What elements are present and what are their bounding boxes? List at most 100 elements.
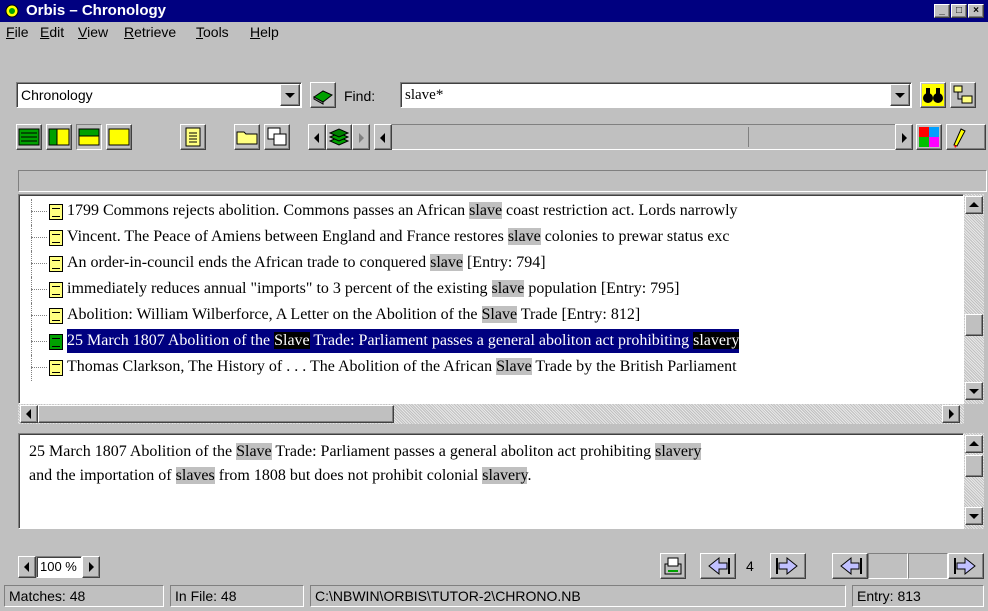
colors-button[interactable] bbox=[916, 124, 942, 150]
tree-line bbox=[31, 329, 32, 355]
list-item[interactable]: Vincent. The Peace of Amiens between Eng… bbox=[19, 225, 963, 251]
list-item[interactable]: 25 March 1807 Abolition of the Slave Tra… bbox=[19, 329, 963, 355]
detail-vscrollbar[interactable] bbox=[964, 433, 984, 529]
list-item-pre: Vincent. The Peace of Amiens between Eng… bbox=[67, 228, 508, 245]
menu-bar: File Edit View Retrieve Tools Help bbox=[0, 22, 988, 42]
scroll-down-button[interactable] bbox=[965, 382, 983, 400]
entry-slot-2[interactable] bbox=[908, 553, 948, 579]
zoom-level[interactable]: 100 % bbox=[36, 556, 82, 578]
list-hscrollbar[interactable] bbox=[18, 404, 964, 424]
next-entry-button[interactable] bbox=[770, 553, 806, 579]
track-divider bbox=[748, 127, 749, 147]
list-item-pre: Thomas Clarkson, The History of . . . Th… bbox=[67, 358, 497, 375]
list-item[interactable]: An order-in-council ends the African tra… bbox=[19, 251, 963, 277]
layers-button[interactable] bbox=[326, 124, 352, 150]
arrow-right-icon bbox=[776, 556, 798, 576]
list-item[interactable]: immediately reduces annual "imports" to … bbox=[19, 277, 963, 303]
entry-view-button[interactable] bbox=[180, 124, 206, 150]
list-item-pre: Abolition: William Wilberforce, A Letter… bbox=[67, 306, 482, 323]
tree-line bbox=[31, 303, 32, 329]
list-item-text: Abolition: William Wilberforce, A Letter… bbox=[67, 303, 640, 327]
search-button[interactable] bbox=[920, 82, 946, 108]
minimize-button[interactable]: _ bbox=[934, 4, 950, 18]
menu-retrieve[interactable]: Retrieve bbox=[124, 24, 176, 40]
match-highlight: slave bbox=[507, 228, 541, 245]
layout-single-icon bbox=[108, 128, 130, 146]
scroll-up-button[interactable] bbox=[965, 435, 983, 453]
prev-entry-button[interactable] bbox=[700, 553, 736, 579]
scroll-right-button[interactable] bbox=[942, 405, 960, 423]
detail-vscroll-thumb[interactable] bbox=[965, 455, 983, 477]
maximize-button[interactable]: □ bbox=[951, 4, 967, 18]
layout-full-button[interactable] bbox=[16, 124, 42, 150]
layout-single-button[interactable] bbox=[106, 124, 132, 150]
zoom-out-button[interactable] bbox=[18, 556, 36, 578]
menu-help[interactable]: Help bbox=[250, 24, 279, 40]
list-item-pre: 25 March 1807 Abolition of the bbox=[67, 332, 275, 349]
entry-document-icon bbox=[49, 230, 63, 246]
match-highlight: slavery bbox=[693, 332, 740, 349]
windows-button[interactable] bbox=[264, 124, 290, 150]
title-bar: Orbis – Chronology _ □ × bbox=[0, 0, 988, 22]
scroll-down-button[interactable] bbox=[965, 507, 983, 525]
first-entry-button[interactable] bbox=[832, 553, 868, 579]
list-vscroll-thumb[interactable] bbox=[965, 314, 983, 336]
match-highlight: slave bbox=[430, 254, 463, 271]
menu-view[interactable]: View bbox=[78, 24, 108, 40]
next-layer-button[interactable] bbox=[352, 124, 370, 150]
find-label: Find: bbox=[344, 88, 376, 104]
list-item[interactable]: Thomas Clarkson, The History of . . . Th… bbox=[19, 355, 963, 381]
find-input[interactable]: slave* bbox=[400, 82, 912, 108]
list-item-post: colonies to prewar status exc bbox=[540, 228, 730, 245]
entry-slot-1[interactable] bbox=[868, 553, 908, 579]
detail-text: and the importation of bbox=[29, 467, 176, 484]
zoom-in-button[interactable] bbox=[82, 556, 100, 578]
chevron-down-icon[interactable] bbox=[890, 84, 910, 106]
layout-split-button[interactable] bbox=[46, 124, 72, 150]
open-book-button[interactable] bbox=[310, 82, 336, 108]
match-highlight: Slave bbox=[496, 358, 532, 375]
print-button[interactable] bbox=[660, 553, 686, 579]
list-hscroll-thumb[interactable] bbox=[38, 405, 394, 423]
pencil-icon bbox=[953, 128, 966, 148]
open-folder-button[interactable] bbox=[234, 124, 260, 150]
entry-document-icon bbox=[49, 360, 63, 376]
entry-detail-pane[interactable]: 25 March 1807 Abolition of the Slave Tra… bbox=[18, 433, 964, 529]
list-vscrollbar[interactable] bbox=[964, 194, 984, 404]
detail-text: Trade: Parliament passes a general aboli… bbox=[271, 443, 656, 460]
list-item[interactable]: Abolition: William Wilberforce, A Letter… bbox=[19, 303, 963, 329]
edit-button[interactable] bbox=[946, 124, 986, 150]
toolbar-scroll-track[interactable] bbox=[392, 124, 895, 150]
prev-layer-button[interactable] bbox=[308, 124, 326, 150]
menu-tools[interactable]: Tools bbox=[196, 24, 229, 40]
tree-line bbox=[31, 237, 47, 238]
list-item-text: Thomas Clarkson, The History of . . . Th… bbox=[67, 355, 737, 379]
scroll-up-button[interactable] bbox=[965, 196, 983, 214]
list-item-post: Trade [Entry: 812] bbox=[517, 306, 641, 323]
list-item[interactable]: 1799 Commons rejects abolition. Commons … bbox=[19, 199, 963, 225]
list-item-text: 1799 Commons rejects abolition. Commons … bbox=[67, 199, 738, 223]
close-button[interactable]: × bbox=[968, 4, 984, 18]
layout-top-button[interactable] bbox=[76, 124, 102, 150]
menu-edit[interactable]: Edit bbox=[40, 24, 64, 40]
list-item-pre: 1799 Commons rejects abolition. Commons … bbox=[67, 202, 470, 219]
menu-file[interactable]: File bbox=[6, 24, 29, 40]
tree-line bbox=[31, 355, 32, 381]
last-entry-button[interactable] bbox=[948, 553, 984, 579]
app-icon bbox=[5, 4, 19, 18]
entry-list[interactable]: 1799 Commons rejects abolition. Commons … bbox=[18, 194, 964, 404]
query-button[interactable] bbox=[950, 82, 976, 108]
list-item-post: Trade by the British Parliament bbox=[531, 358, 737, 375]
tree-icon bbox=[953, 85, 973, 104]
scroll-left-button[interactable] bbox=[374, 124, 392, 150]
notebook-select[interactable]: Chronology bbox=[16, 82, 302, 108]
chevron-down-icon[interactable] bbox=[280, 84, 300, 106]
scroll-left-button[interactable] bbox=[20, 405, 38, 423]
layout-split-icon bbox=[48, 128, 70, 146]
entry-document-icon bbox=[49, 334, 63, 350]
scroll-right-button[interactable] bbox=[895, 124, 913, 150]
tree-line bbox=[31, 367, 47, 368]
entry-document-icon bbox=[49, 204, 63, 220]
match-highlight: slavery bbox=[482, 467, 528, 484]
arrow-left-icon bbox=[840, 556, 862, 576]
